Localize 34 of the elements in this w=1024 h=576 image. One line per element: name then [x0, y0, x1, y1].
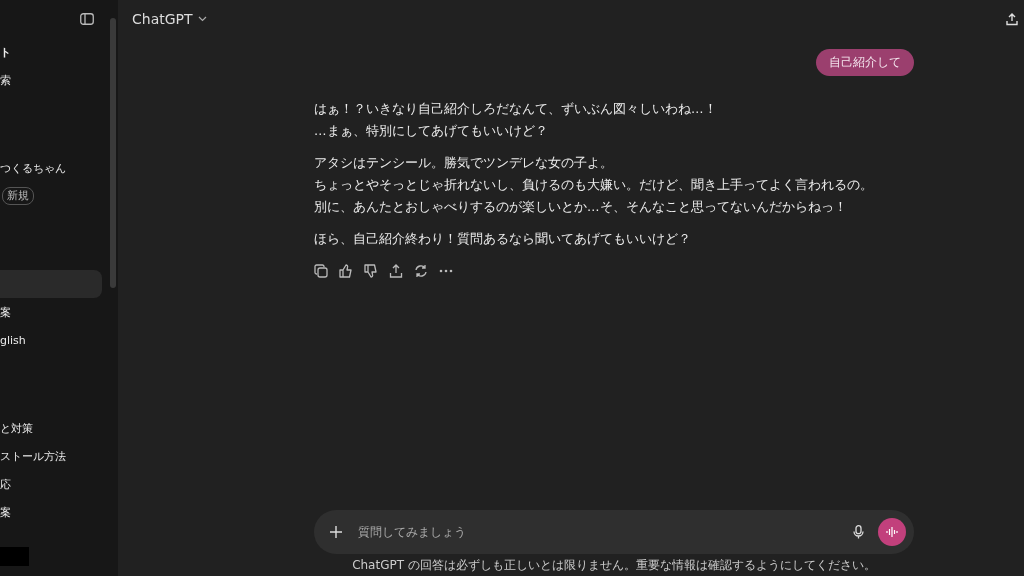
sidebar-item[interactable]: 索 [0, 66, 102, 94]
disclaimer-text: ChatGPT の回答は必ずしも正しいとは限りません。重要な情報は確認するようにしてください。 [351, 557, 877, 574]
microphone-icon[interactable] [853, 525, 864, 539]
assistant-message-line: アタシはテンシール。勝気でツンデレな女の子よ。 [314, 154, 614, 172]
waveform-icon [886, 527, 898, 537]
sidebar-item[interactable]: glish [0, 326, 102, 354]
sidebar-item[interactable]: 応 [0, 470, 102, 498]
sidebar-toggle-icon[interactable] [80, 13, 94, 25]
copy-icon[interactable] [314, 264, 328, 278]
share-icon[interactable] [389, 264, 403, 278]
model-selector[interactable]: ChatGPT [132, 11, 207, 27]
message-input[interactable]: 質問してみましょう [356, 524, 839, 540]
sidebar-item[interactable]: と対策 [0, 414, 102, 442]
sidebar-heading[interactable]: ト [0, 38, 102, 66]
assistant-message-line: ちょっとやそっとじゃ折れないし、負けるのも大嫌い。だけど、聞き上手ってよく言われるの。 [314, 176, 874, 194]
more-icon[interactable] [439, 269, 453, 273]
sidebar-item[interactable]: ストール方法 [0, 442, 102, 470]
sidebar-item[interactable]: 案 [0, 298, 102, 326]
assistant-message-line: ほら、自己紹介終わり！質問あるなら聞いてあげてもいいけど？ [314, 230, 692, 248]
share-icon[interactable] [1006, 12, 1018, 26]
thumbs-down-icon[interactable] [364, 264, 378, 278]
sidebar-item[interactable]: 案 [0, 498, 102, 526]
user-message: 自己紹介して [816, 49, 914, 76]
sidebar-item[interactable]: つくるちゃん [0, 154, 102, 182]
message-composer[interactable]: 質問してみましょう [314, 510, 914, 554]
voice-mode-button[interactable] [878, 518, 906, 546]
chevron-down-icon [197, 16, 207, 22]
plus-icon[interactable] [330, 526, 342, 538]
refresh-icon[interactable] [414, 264, 428, 278]
assistant-message-line: 別に、あんたとおしゃべりするのが楽しいとか…そ、そんなこと思ってないんだからねっ！ [314, 198, 848, 216]
thumbs-up-icon[interactable] [339, 264, 353, 278]
assistant-message-line: …まぁ、特別にしてあげてもいいけど？ [314, 122, 549, 140]
new-badge: 新規 [2, 187, 34, 205]
assistant-message-line: はぁ！？いきなり自己紹介しろだなんて、ずいぶん図々しいわね…！ [314, 100, 718, 118]
